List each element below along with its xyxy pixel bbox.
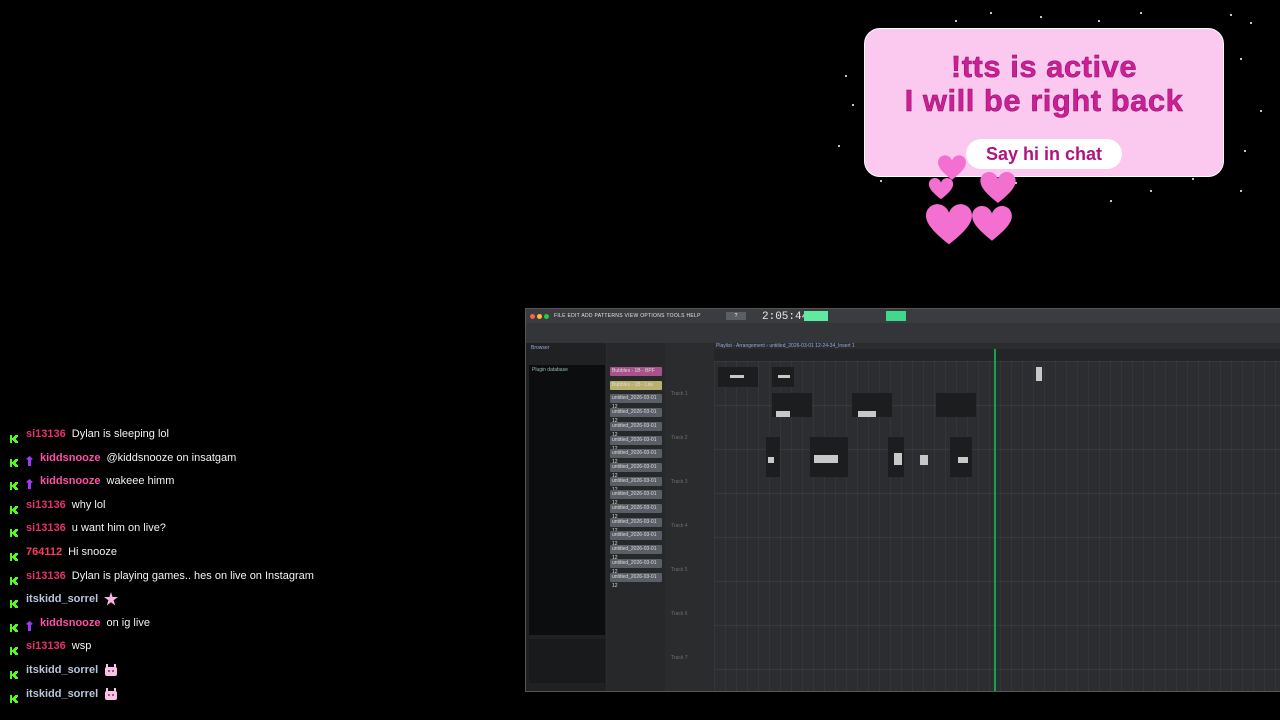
chat-username[interactable]: kiddsnooze: [40, 448, 101, 468]
heart-icon: [980, 172, 1016, 203]
chat-message-text: Hi snooze: [68, 546, 118, 558]
timeline-ruler[interactable]: [714, 349, 1280, 361]
daw-toolbar: [526, 323, 1280, 343]
say-hi-pill: Say hi in chat: [966, 139, 1122, 169]
kick-logo-icon: [10, 572, 18, 585]
chat-message-text: on ig live: [106, 616, 150, 629]
chat-username[interactable]: si13136: [26, 566, 66, 586]
track-label[interactable]: Track 2: [671, 435, 687, 441]
kick-logo-icon: [10, 477, 18, 491]
chat-username[interactable]: itskidd_sorrel: [26, 684, 98, 704]
playlist-grid[interactable]: [714, 361, 1280, 691]
track-label[interactable]: Track 6: [671, 611, 687, 617]
heart-icon: [972, 206, 1012, 241]
chat-username[interactable]: kiddsnooze: [40, 613, 101, 633]
track-label[interactable]: Track 3: [671, 479, 687, 485]
banner-title: !tts is active: [950, 49, 1138, 85]
clip-item[interactable]: untitled_2026-03-01 12: [610, 517, 662, 534]
chat-message-text: wakeee himm: [106, 475, 175, 488]
chat-username[interactable]: 764112: [26, 542, 62, 562]
browser-panel: Browser Plugin database: [526, 343, 606, 691]
kick-logo-icon: [10, 619, 18, 632]
chat-message-text: why lol: [71, 498, 106, 511]
clip-item[interactable]: untitled_2026-03-01 12: [610, 394, 662, 410]
daw-menubar: FILE EDIT ADD PATTERNS VIEW OPTIONS TOOL…: [526, 309, 1280, 323]
kick-logo-icon: [10, 595, 18, 609]
track-label[interactable]: Track 4: [671, 523, 687, 529]
maximize-window-button[interactable]: [544, 314, 549, 319]
chat-username[interactable]: si13136: [26, 518, 66, 538]
clip-item[interactable]: Bubbles - 1B - BPF: [610, 367, 662, 376]
chat-username[interactable]: itskidd_sorrel: [26, 589, 98, 609]
clip-item[interactable]: untitled_2026-03-01 12: [610, 558, 662, 575]
kick-logo-icon: [10, 642, 18, 656]
clip-item[interactable]: untitled_2026-03-01 12: [610, 490, 662, 506]
clip-list: Bubbles - 1B - BPF Bubbles - 1B - Lite unt…: [607, 343, 665, 691]
playhead[interactable]: [994, 349, 996, 691]
banner-subtitle: I will be right back: [904, 83, 1184, 119]
browser-title[interactable]: Browser: [531, 345, 549, 351]
browser-item[interactable]: Plugin database: [532, 367, 568, 373]
chat-message-text: Dylan is playing games.. hes on live on …: [71, 569, 314, 582]
close-window-button[interactable]: [530, 314, 535, 319]
clip-item[interactable]: Bubbles - 1B - Lite: [610, 380, 662, 390]
sub-badge-icon: [26, 476, 33, 490]
kick-logo-icon: [10, 454, 18, 467]
clip-item[interactable]: untitled_2026-03-01 12: [610, 421, 662, 438]
clip-item[interactable]: untitled_2026-03-01 12: [610, 545, 662, 561]
track-label[interactable]: Track 7: [671, 655, 687, 661]
heart-icon: [926, 204, 972, 245]
chat-username[interactable]: si13136: [26, 636, 66, 656]
clip-item[interactable]: untitled_2026-03-01 12: [610, 435, 662, 452]
kick-logo-icon: [10, 690, 18, 703]
clip-item[interactable]: untitled_2026-03-01 12: [610, 504, 662, 520]
browser-info-panel: [529, 639, 605, 683]
chat-message-text: u want him on live?: [71, 522, 166, 535]
kick-logo-icon: [10, 548, 18, 561]
song-time-display: 2:05:44: [762, 311, 809, 323]
kick-logo-icon: [10, 666, 18, 679]
kick-logo-icon: [10, 501, 18, 514]
chat-username[interactable]: kiddsnooze: [40, 471, 101, 491]
chat-username[interactable]: si13136: [26, 495, 66, 515]
clip-item[interactable]: untitled_2026-03-01 12: [610, 572, 662, 589]
clip-item[interactable]: untitled_2026-03-01 12: [610, 449, 662, 465]
hands-emote: [104, 687, 118, 701]
clip-item[interactable]: untitled_2026-03-01 12: [610, 408, 662, 424]
kick-logo-icon: [10, 524, 18, 538]
sub-badge-icon: [26, 618, 33, 631]
chat-message-text: wsp: [71, 640, 92, 653]
star-emote: [104, 592, 119, 606]
browser-list[interactable]: Plugin database: [529, 365, 605, 635]
brb-banner: !tts is active I will be right back Say …: [864, 28, 1224, 177]
kick-logo-icon: [10, 430, 18, 443]
tempo-display[interactable]: ?: [726, 312, 746, 320]
track-label[interactable]: Track 5: [671, 567, 687, 573]
hands-emote: [104, 663, 118, 677]
minimize-window-button[interactable]: [537, 314, 542, 319]
clip-item[interactable]: untitled_2026-03-01 12: [610, 476, 662, 493]
track-label[interactable]: Track 1: [671, 391, 687, 397]
track-headers: Track 1 Track 2 Track 3 Track 4 Track 5 Track…: [666, 343, 714, 691]
daw-window: FILE EDIT ADD PATTERNS VIEW OPTIONS TOOL…: [525, 308, 1280, 692]
heart-icon: [928, 178, 954, 200]
sub-badge-icon: [26, 453, 33, 466]
pattern-song-toggle[interactable]: [804, 311, 828, 321]
chat-message-text: Dylan is sleeping lol: [71, 428, 169, 440]
clip-item[interactable]: untitled_2026-03-01 12: [610, 462, 662, 479]
chat-username[interactable]: si13136: [26, 424, 66, 444]
daw-menu[interactable]: FILE EDIT ADD PATTERNS VIEW OPTIONS TOOL…: [554, 313, 701, 319]
chat-username[interactable]: itskidd_sorrel: [26, 660, 98, 680]
cpu-meter: [886, 311, 906, 321]
clip-item[interactable]: untitled_2026-03-01 12: [610, 531, 662, 547]
chat-message-text: @kiddsnooze on insatgam: [106, 451, 237, 464]
